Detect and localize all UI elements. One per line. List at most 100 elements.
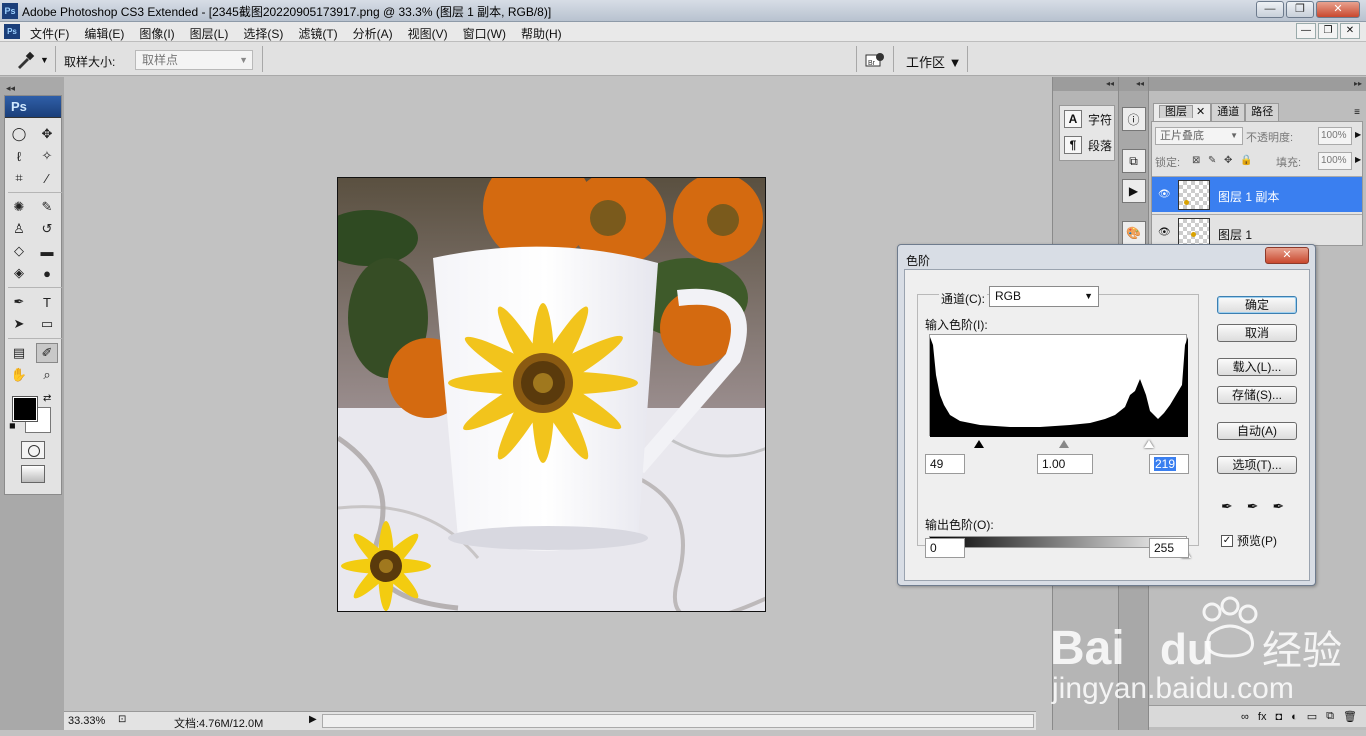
move-tool-icon[interactable]: ✥ bbox=[36, 124, 58, 144]
actions-panel-icon[interactable]: ▶ bbox=[1121, 179, 1146, 203]
blend-mode-select[interactable]: 正片叠底 ▼ bbox=[1155, 127, 1243, 145]
screen-mode-icon[interactable] bbox=[21, 465, 45, 483]
input-white-slider[interactable] bbox=[1144, 440, 1154, 448]
tool-preset-dropdown-icon[interactable]: ▼ bbox=[40, 55, 49, 65]
doc-close-button[interactable]: ✕ bbox=[1340, 23, 1360, 39]
input-white-field[interactable]: 219 bbox=[1149, 454, 1189, 474]
slice-tool-icon[interactable]: ⁄ bbox=[36, 168, 58, 188]
preview-checkbox[interactable]: ✓ 预览(P) bbox=[1221, 532, 1277, 549]
output-black-field[interactable]: 0 bbox=[925, 538, 965, 558]
output-white-field[interactable]: 255 bbox=[1149, 538, 1189, 558]
menu-window[interactable]: 窗口(W) bbox=[463, 25, 506, 42]
swap-colors-icon[interactable]: ⇄ bbox=[43, 393, 51, 404]
ok-button[interactable]: 确定 bbox=[1217, 296, 1297, 314]
white-point-eyedropper-icon[interactable]: ✒ bbox=[1272, 498, 1284, 515]
dodge-tool-icon[interactable]: ● bbox=[36, 263, 58, 283]
channel-select[interactable]: RGB ▼ bbox=[989, 286, 1099, 307]
lock-pixels-icon[interactable]: ✎ bbox=[1208, 155, 1216, 166]
fill-input[interactable]: 100% bbox=[1318, 152, 1352, 170]
layer-mask-icon[interactable]: ◘ bbox=[1275, 711, 1282, 723]
tab-layers[interactable]: 图层 ✕ bbox=[1153, 103, 1212, 121]
swatches-panel-icon[interactable]: 🎨 bbox=[1121, 221, 1146, 245]
marquee-tool-icon[interactable]: ◯ bbox=[8, 124, 30, 144]
collapse-arrows-icon[interactable]: ◂◂ bbox=[6, 83, 15, 94]
delete-layer-icon[interactable]: 🗑 bbox=[1343, 710, 1357, 723]
shape-tool-icon[interactable]: ▭ bbox=[36, 314, 58, 334]
input-slider-track[interactable] bbox=[929, 440, 1187, 450]
cancel-button[interactable]: 取消 bbox=[1217, 324, 1297, 342]
workspace-menu[interactable]: 工作区 ▼ bbox=[906, 52, 962, 71]
type-tool-icon[interactable]: T bbox=[36, 292, 58, 312]
info-panel-icon[interactable]: ⓘ bbox=[1121, 107, 1146, 131]
fill-slider-arrow-icon[interactable]: ▶ bbox=[1355, 155, 1361, 164]
menu-file[interactable]: 文件(F) bbox=[30, 25, 69, 42]
restore-button[interactable]: ❐ bbox=[1286, 1, 1314, 18]
zoom-level[interactable]: 33.33% bbox=[68, 715, 105, 727]
load-button[interactable]: 载入(L)... bbox=[1217, 358, 1297, 376]
sample-size-select[interactable]: 取样点 ▼ bbox=[135, 50, 253, 70]
character-panel-button[interactable]: A 字符 bbox=[1060, 106, 1114, 132]
doc-minimize-button[interactable]: — bbox=[1296, 23, 1316, 39]
tab-paths[interactable]: 路径 bbox=[1245, 103, 1280, 121]
pen-tool-icon[interactable]: ✒ bbox=[8, 292, 30, 312]
opacity-input[interactable]: 100% bbox=[1318, 127, 1352, 145]
input-black-slider[interactable] bbox=[974, 440, 984, 448]
minimize-button[interactable]: — bbox=[1256, 1, 1284, 18]
gray-point-eyedropper-icon[interactable]: ✒ bbox=[1247, 498, 1259, 515]
new-group-icon[interactable]: ▭ bbox=[1307, 710, 1317, 723]
ps-menu-icon[interactable]: Ps bbox=[4, 24, 20, 39]
menu-select[interactable]: 选择(S) bbox=[243, 25, 283, 42]
visibility-eye-icon[interactable]: 👁 bbox=[1158, 189, 1171, 200]
panel-menu-icon[interactable]: ≡ bbox=[1354, 107, 1360, 118]
input-gamma-slider[interactable] bbox=[1059, 440, 1069, 448]
input-gamma-field[interactable]: 1.00 bbox=[1037, 454, 1093, 474]
menu-view[interactable]: 视图(V) bbox=[408, 25, 448, 42]
lock-all-icon[interactable]: 🔒 bbox=[1240, 155, 1252, 166]
layer-style-icon[interactable]: fx bbox=[1258, 711, 1267, 723]
quick-mask-icon[interactable] bbox=[21, 441, 45, 459]
document-canvas[interactable] bbox=[337, 177, 766, 612]
visibility-eye-icon[interactable]: 👁 bbox=[1158, 227, 1171, 238]
dock-expand-icon[interactable]: ▸▸ bbox=[1149, 77, 1366, 91]
auto-button[interactable]: 自动(A) bbox=[1217, 422, 1297, 440]
menu-edit[interactable]: 编辑(E) bbox=[84, 25, 124, 42]
black-point-eyedropper-icon[interactable]: ✒ bbox=[1221, 498, 1233, 515]
path-selection-tool-icon[interactable]: ➤ bbox=[8, 314, 30, 334]
options-button[interactable]: 选项(T)... bbox=[1217, 456, 1297, 474]
menu-filter[interactable]: 滤镜(T) bbox=[298, 25, 337, 42]
layer-row[interactable]: 👁 图层 1 副本 bbox=[1152, 176, 1362, 212]
eraser-tool-icon[interactable]: ◇ bbox=[8, 241, 30, 261]
healing-brush-tool-icon[interactable]: ✺ bbox=[8, 197, 30, 217]
link-layers-icon[interactable]: ∞ bbox=[1241, 711, 1249, 723]
dock-collapse-icon[interactable]: ◂◂ bbox=[1119, 77, 1148, 91]
adjustment-layer-icon[interactable]: ◐ bbox=[1291, 711, 1298, 723]
hand-tool-icon[interactable]: ✋ bbox=[8, 365, 30, 385]
magic-wand-tool-icon[interactable]: ✧ bbox=[36, 146, 58, 166]
horizontal-scrollbar[interactable] bbox=[322, 714, 1034, 728]
brush-tool-icon[interactable]: ✎ bbox=[36, 197, 58, 217]
input-black-field[interactable]: 49 bbox=[925, 454, 965, 474]
notes-tool-icon[interactable]: ▤ bbox=[8, 343, 30, 363]
eyedropper-tool-icon[interactable]: ✐ bbox=[36, 343, 58, 363]
menu-layer[interactable]: 图层(L) bbox=[190, 25, 229, 42]
menu-help[interactable]: 帮助(H) bbox=[521, 25, 562, 42]
menu-image[interactable]: 图像(I) bbox=[139, 25, 174, 42]
history-panel-icon[interactable]: ⧉ bbox=[1121, 149, 1146, 173]
tab-channels[interactable]: 通道 bbox=[1211, 103, 1246, 121]
eyedropper-tool-icon[interactable] bbox=[14, 51, 36, 69]
status-info-icon[interactable]: ⊡ bbox=[118, 714, 126, 725]
gradient-tool-icon[interactable]: ▬ bbox=[36, 241, 58, 261]
foreground-color-swatch[interactable] bbox=[12, 396, 38, 422]
dock-collapse-icon[interactable]: ◂◂ bbox=[1053, 77, 1118, 91]
bridge-icon[interactable]: Br bbox=[864, 51, 886, 69]
dialog-close-button[interactable]: ✕ bbox=[1265, 247, 1309, 264]
default-colors-icon[interactable]: ◼ bbox=[9, 421, 16, 430]
lock-transparency-icon[interactable]: ⊠ bbox=[1192, 155, 1200, 166]
blur-tool-icon[interactable]: ◈ bbox=[8, 263, 30, 283]
new-layer-icon[interactable]: ⧉ bbox=[1326, 710, 1334, 723]
status-menu-arrow-icon[interactable]: ▶ bbox=[309, 714, 317, 725]
lock-position-icon[interactable]: ✥ bbox=[1224, 155, 1232, 166]
history-brush-tool-icon[interactable]: ↺ bbox=[36, 219, 58, 239]
close-window-button[interactable]: ✕ bbox=[1316, 1, 1360, 18]
menu-analysis[interactable]: 分析(A) bbox=[353, 25, 393, 42]
